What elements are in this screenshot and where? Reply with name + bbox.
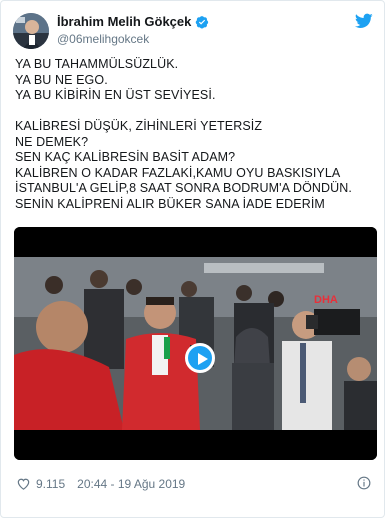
play-button[interactable] [185, 343, 215, 373]
tweet-line: SEN KAÇ KALİBRESİN BASİT ADAM? [15, 150, 236, 164]
avatar[interactable] [13, 13, 49, 49]
verified-badge-icon [196, 15, 209, 28]
tweet-timestamp[interactable]: 20:44 - 19 Ağu 2019 [77, 477, 185, 491]
like-count[interactable]: 9.115 [36, 477, 65, 491]
tweet-footer: 9.115 20:44 - 19 Ağu 2019 [17, 477, 185, 491]
media-watermark: DHA [314, 294, 338, 306]
tweet-text: YA BU TAHAMMÜLSÜZLÜK. YA BU NE EGO. YA B… [15, 57, 375, 212]
tweet-line: YA BU NE EGO. [15, 72, 108, 87]
tweet-line: YA BU KİBİRİN EN ÜST SEVİYESİ. [15, 88, 216, 102]
tweet-line: SENİN KALİPRENİ ALIR BÜKER SANA İADE EDE… [15, 196, 325, 211]
info-icon[interactable] [357, 476, 371, 490]
author-handle[interactable]: @06melihgokcek [57, 32, 149, 46]
tweet-line: İSTANBUL'A GELİP,8 SAAT SONRA BODRUM'A D… [15, 181, 353, 195]
twitter-bird-icon[interactable] [355, 13, 373, 29]
video-player[interactable]: DHA [14, 227, 377, 460]
author-name-row[interactable]: İbrahim Melih Gökçek [57, 14, 209, 29]
tweet-line: NE DEMEK? [15, 134, 89, 149]
tweet-line: KALİBREN O KADAR FAZLAKİ,KAMU OYU BASKIS… [15, 165, 341, 180]
heart-icon[interactable] [17, 478, 30, 490]
author-display-name[interactable]: İbrahim Melih Gökçek [57, 14, 191, 29]
tweet-line: KALİBRESİ DÜŞÜK, ZİHİNLERİ YETERSİZ [15, 119, 263, 133]
tweet-line: YA BU TAHAMMÜLSÜZLÜK. [15, 57, 179, 71]
tweet-card: İbrahim Melih Gökçek @06melihgokcek YA B… [0, 0, 385, 518]
